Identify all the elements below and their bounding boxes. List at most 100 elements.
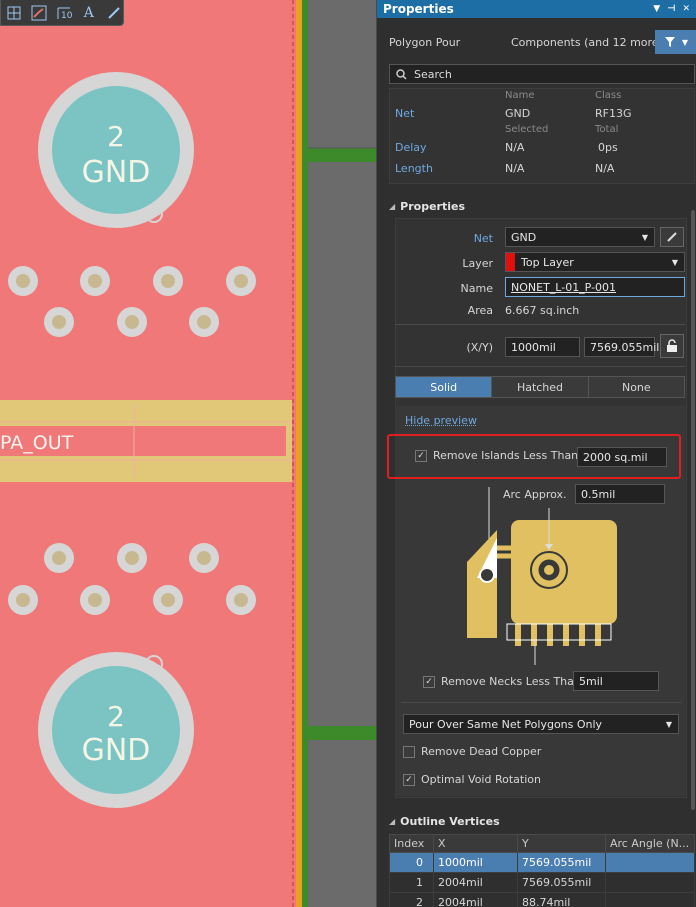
area-value: 6.667 sq.inch: [505, 304, 580, 317]
summary-delay-total: 0ps: [598, 141, 618, 154]
eyedropper-icon: [667, 232, 677, 242]
pin-icon[interactable]: ⊣: [667, 4, 675, 14]
summary-h-selected: Selected: [505, 124, 549, 135]
close-icon[interactable]: ✕: [682, 4, 690, 14]
filter-icon: [664, 37, 675, 47]
y-field[interactable]: 7569.055mil: [584, 337, 659, 357]
panel-title: Properties: [383, 2, 454, 16]
panel-header: Properties ▼ ⊣ ✕: [377, 0, 696, 18]
properties-panel: Properties ▼ ⊣ ✕ Polygon Pour Components…: [376, 0, 696, 907]
area-label: Area: [467, 304, 493, 317]
pad-top-number: 2: [107, 120, 125, 153]
summary-delay-selected: N/A: [505, 141, 525, 154]
void-rotation-checkbox[interactable]: ✓: [403, 773, 415, 786]
fill-mode-selector: Solid Hatched None: [395, 376, 685, 398]
dimension-icon[interactable]: 10: [55, 3, 74, 23]
outline-section-title: Outline Vertices: [400, 815, 500, 828]
fill-mode-hatched[interactable]: Hatched: [492, 377, 589, 397]
net-value: GND: [511, 230, 537, 244]
pcb-drawing: PA_OUT 2 GND 2 GND: [0, 0, 376, 907]
pour-over-value: Pour Over Same Net Polygons Only: [409, 717, 603, 731]
remove-necks-label: Remove Necks Less Than: [441, 675, 581, 688]
lock-icon: [667, 339, 677, 352]
search-input[interactable]: Search: [389, 64, 695, 84]
void-rotation-row: ✓ Optimal Void Rotation: [403, 773, 541, 786]
col-arc[interactable]: Arc Angle (N...: [605, 834, 695, 853]
col-index[interactable]: Index: [389, 834, 434, 853]
void-rotation-label: Optimal Void Rotation: [421, 773, 541, 786]
eyedropper-button[interactable]: [660, 227, 684, 247]
properties-section-title: Properties: [400, 200, 465, 213]
outline-section-header[interactable]: ◢ Outline Vertices: [389, 815, 500, 828]
summary-h-total: Total: [595, 124, 619, 135]
filter-button[interactable]: ▼: [655, 30, 696, 54]
text-icon[interactable]: A: [79, 3, 98, 23]
dead-copper-row: Remove Dead Copper: [403, 745, 541, 758]
properties-section-header[interactable]: ◢ Properties: [389, 200, 465, 213]
layer-value: Top Layer: [521, 255, 574, 269]
net-select[interactable]: GND ▼: [505, 227, 655, 247]
filter-text: Components (and 12 more): [511, 35, 663, 49]
summary-delay-label: Delay: [395, 141, 427, 154]
name-field[interactable]: NONET_L-01_P-001: [505, 277, 685, 297]
dead-copper-checkbox[interactable]: [403, 745, 415, 758]
summary-net-class: RF13G: [595, 107, 632, 120]
y-value: 7569.055mil: [590, 340, 660, 354]
pour-over-select[interactable]: Pour Over Same Net Polygons Only ▼: [403, 714, 679, 734]
hide-preview-link[interactable]: Hide preview: [405, 414, 477, 427]
route-icon[interactable]: [30, 3, 49, 23]
collapse-icon: ◢: [389, 817, 396, 826]
fill-mode-solid[interactable]: Solid: [396, 377, 493, 397]
summary-length-total: N/A: [595, 162, 615, 175]
pcb-canvas[interactable]: PA_OUT 2 GND 2 GND 10 A: [0, 0, 376, 907]
chevron-down-icon: ▼: [641, 232, 648, 242]
x-value: 1000mil: [511, 340, 556, 354]
summary-length-selected: N/A: [505, 162, 525, 175]
col-x[interactable]: X: [433, 834, 518, 853]
polygon-preview-diagram: [467, 487, 617, 665]
remove-necks-checkbox[interactable]: ✓: [423, 675, 435, 688]
panel-scrollbar[interactable]: [691, 210, 695, 810]
remove-necks-row: ✓ Remove Necks Less Than: [423, 675, 581, 688]
layer-label: Layer: [462, 257, 493, 270]
pad-top-net: GND: [82, 155, 151, 190]
summary-length-label: Length: [395, 162, 433, 175]
summary-h-class: Class: [595, 90, 622, 101]
x-field[interactable]: 1000mil: [505, 337, 580, 357]
dead-copper-label: Remove Dead Copper: [421, 745, 542, 758]
net-summary: Name Class Net GND RF13G Selected Total …: [389, 88, 695, 184]
dropdown-icon[interactable]: ▼: [653, 4, 660, 14]
table-row[interactable]: 0 1000mil 7569.055mil: [389, 852, 695, 873]
grid-icon[interactable]: [5, 3, 24, 23]
remove-necks-field[interactable]: 5mil: [573, 671, 659, 691]
summary-net-label: Net: [395, 107, 415, 120]
layer-select[interactable]: Top Layer ▼: [505, 252, 685, 272]
remove-necks-value: 5mil: [579, 674, 603, 688]
trace-label: PA_OUT: [0, 432, 74, 454]
table-row[interactable]: 2 2004mil 88.74mil: [389, 892, 695, 907]
chevron-down-icon: ▼: [671, 257, 678, 267]
lock-button[interactable]: [660, 334, 684, 358]
summary-h-name: Name: [505, 90, 535, 101]
chevron-down-icon: ▼: [665, 719, 672, 729]
col-y[interactable]: Y: [517, 834, 606, 853]
pcb-toolbar: 10 A: [0, 0, 124, 26]
table-row[interactable]: 1 2004mil 7569.055mil: [389, 872, 695, 893]
net-label: Net: [473, 232, 493, 245]
fill-mode-none[interactable]: None: [588, 377, 684, 397]
outline-vertices-table: Index X Y Arc Angle (N... 0 1000mil 7569…: [389, 834, 695, 907]
svg-text:10: 10: [61, 11, 72, 21]
layer-color-swatch: [506, 253, 515, 271]
xy-label: (X/Y): [466, 341, 493, 354]
pad-bottom-number: 2: [107, 700, 125, 733]
collapse-icon: ◢: [389, 202, 396, 211]
name-value: NONET_L-01_P-001: [511, 280, 617, 294]
object-type: Polygon Pour: [389, 35, 461, 49]
search-icon: [396, 68, 407, 80]
chevron-down-icon: ▼: [681, 37, 689, 47]
name-label: Name: [460, 282, 493, 295]
search-placeholder: Search: [414, 67, 452, 81]
line-icon[interactable]: [104, 3, 123, 23]
summary-net-name: GND: [505, 107, 531, 120]
pad-bottom-net: GND: [82, 733, 151, 768]
